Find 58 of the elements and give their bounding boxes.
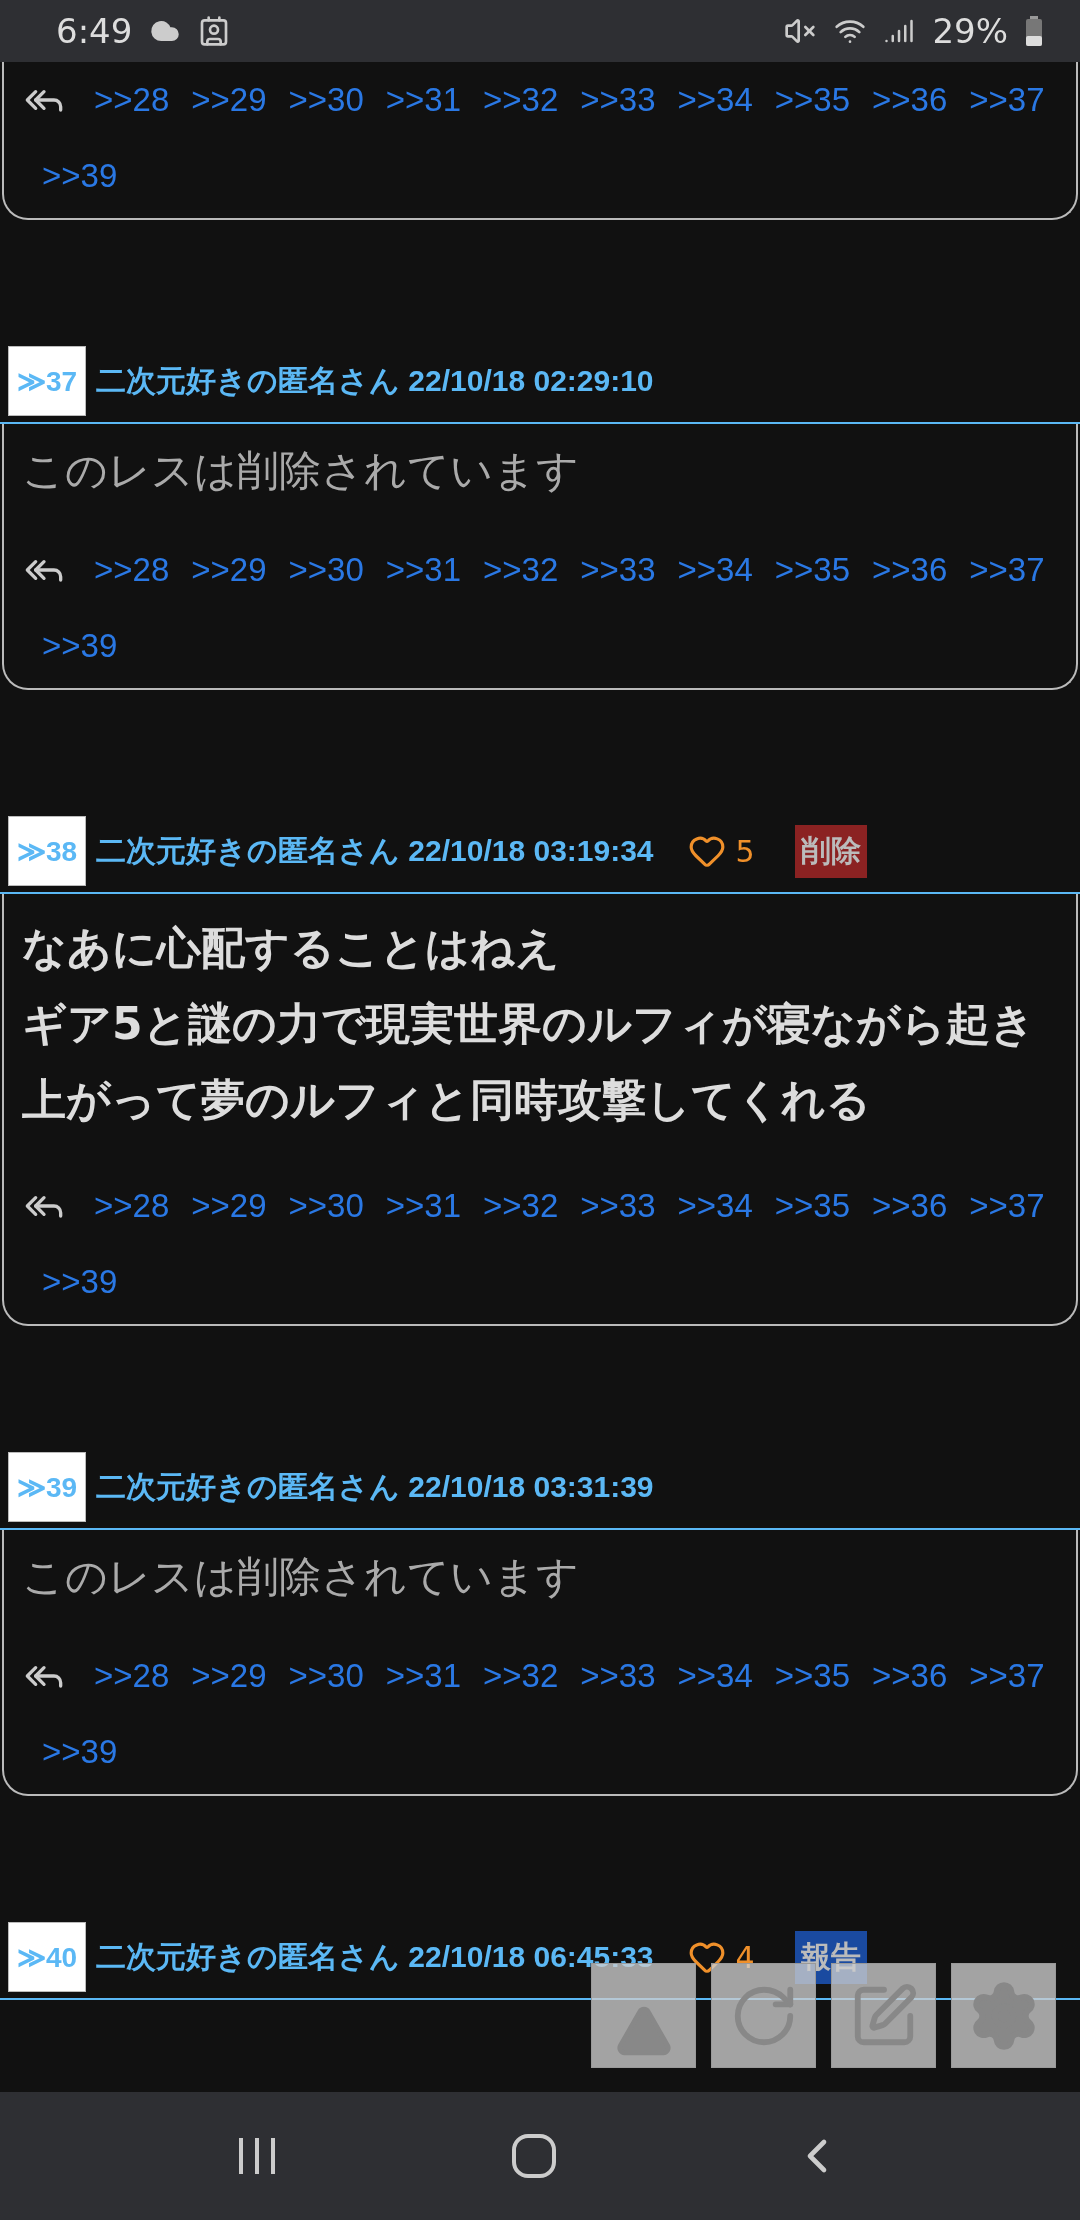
status-time: 6:49 [56, 11, 133, 51]
author-date: 二次元好きの匿名さん 22/10/18 03:31:39 [96, 1468, 654, 1505]
reply-link[interactable]: >>32 [483, 1168, 559, 1244]
author-date: 二次元好きの匿名さん 22/10/18 06:45:33 [96, 1938, 654, 1975]
reply-link[interactable]: >>32 [483, 532, 559, 608]
reply-link[interactable]: >>31 [385, 62, 461, 138]
reply-link[interactable]: >>36 [872, 1168, 948, 1244]
reply-link[interactable]: >>33 [580, 1638, 656, 1714]
reply-link[interactable]: >>36 [872, 62, 948, 138]
reply-link[interactable]: >>39 [42, 138, 118, 214]
reply-link[interactable]: >>29 [191, 1168, 267, 1244]
reply-link[interactable]: >>37 [969, 1638, 1045, 1714]
reply-link[interactable]: >>34 [677, 1168, 753, 1244]
reply-link[interactable]: >>39 [42, 1244, 118, 1320]
post-text: このレスは削除されています [22, 1551, 580, 1603]
reply-link[interactable]: >>35 [774, 1638, 850, 1714]
battery-icon [1026, 16, 1042, 46]
reply-link[interactable]: >>28 [94, 532, 170, 608]
reply-link[interactable]: >>39 [42, 608, 118, 684]
reply-link[interactable]: >>29 [191, 1638, 267, 1714]
reply-link[interactable]: >>28 [94, 1168, 170, 1244]
reply-link[interactable]: >>34 [677, 62, 753, 138]
delete-button[interactable]: 削除 [794, 824, 867, 878]
reply-link[interactable]: >>28 [94, 1638, 170, 1714]
reply-link[interactable]: >>36 [872, 532, 948, 608]
reply-link[interactable]: >>32 [483, 62, 559, 138]
reply-link[interactable]: >>30 [288, 1168, 364, 1244]
reply-link[interactable]: >>36 [872, 1638, 948, 1714]
home-button[interactable] [510, 2132, 558, 2180]
reply-link[interactable]: >>30 [288, 532, 364, 608]
reply-link[interactable]: >>33 [580, 1168, 656, 1244]
reply-link[interactable]: >>39 [42, 1714, 118, 1790]
reply-link[interactable]: >>32 [483, 1638, 559, 1714]
reply-link[interactable]: >>33 [580, 62, 656, 138]
reply-link[interactable]: >>37 [969, 62, 1045, 138]
like-count: 5 [735, 833, 755, 869]
reply-link[interactable]: >>35 [774, 1168, 850, 1244]
reply-link[interactable]: >>31 [385, 1168, 461, 1244]
reply-link[interactable]: >>29 [191, 532, 267, 608]
reply-link[interactable]: >>37 [969, 1168, 1045, 1244]
reply-link[interactable]: >>34 [677, 1638, 753, 1714]
reply-link[interactable]: >>28 [94, 62, 170, 138]
reply-link[interactable]: >>35 [774, 532, 850, 608]
author-date: 二次元好きの匿名さん 22/10/18 02:29:10 [96, 362, 654, 399]
reply-link[interactable]: >>33 [580, 532, 656, 608]
reply-link[interactable]: >>31 [385, 1638, 461, 1714]
post-text: このレスは削除されています [22, 445, 580, 497]
reply-link[interactable]: >>29 [191, 62, 267, 138]
battery-percent: 29% [932, 11, 1008, 51]
reply-link[interactable]: >>37 [969, 532, 1045, 608]
reply-link[interactable]: >>35 [774, 62, 850, 138]
author-date: 二次元好きの匿名さん 22/10/18 03:19:34 [96, 832, 654, 869]
reply-link[interactable]: >>31 [385, 532, 461, 608]
reply-link[interactable]: >>30 [288, 62, 364, 138]
reply-link[interactable]: >>34 [677, 532, 753, 608]
reply-link[interactable]: >>30 [288, 1638, 364, 1714]
post-text: ギア5と謎の力で現実世界のルフィが寝ながら起き上がって夢のルフィと同時攻撃してくれる [22, 997, 1036, 1127]
post-text: なあに心配することはねえ [22, 921, 561, 975]
